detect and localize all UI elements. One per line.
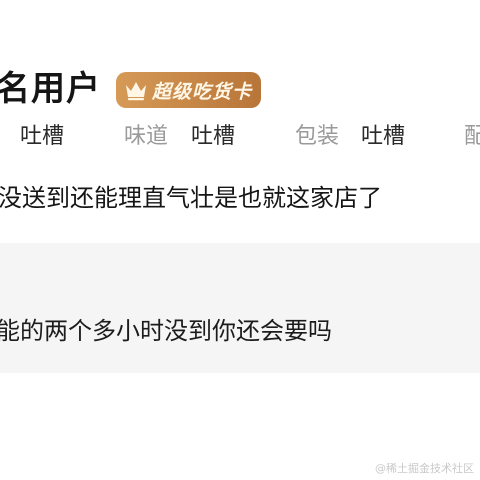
- rating-label-packaging: 包装: [295, 124, 340, 149]
- rating-label-taste: 味道: [124, 124, 169, 149]
- review-text: 没送到还能理直气壮是也就这家店了: [0, 184, 382, 212]
- ratings-row: 吐槽 味道 吐槽 包装 吐槽 配: [0, 120, 480, 154]
- rating-value-taste: 吐槽: [191, 124, 236, 149]
- reply-block: 能的两个多小时没到你还会要吗: [0, 243, 480, 373]
- review-card: 名用户 超级吃货卡 吐槽 味道 吐槽 包装 吐槽 配 没送到还能理直气壮是也就这…: [0, 0, 480, 480]
- rating-value-packaging: 吐槽: [361, 124, 406, 149]
- rating-label-delivery: 配: [464, 124, 480, 149]
- reply-text: 能的两个多小时没到你还会要吗: [0, 317, 332, 345]
- crown-icon: [126, 82, 146, 101]
- super-foodie-badge[interactable]: 超级吃货卡: [116, 72, 261, 108]
- rating-value-1: 吐槽: [20, 124, 65, 149]
- username[interactable]: 名用户: [0, 66, 101, 112]
- watermark: @稀土掘金技术社区: [375, 462, 474, 475]
- badge-label: 超级吃货卡: [152, 80, 253, 103]
